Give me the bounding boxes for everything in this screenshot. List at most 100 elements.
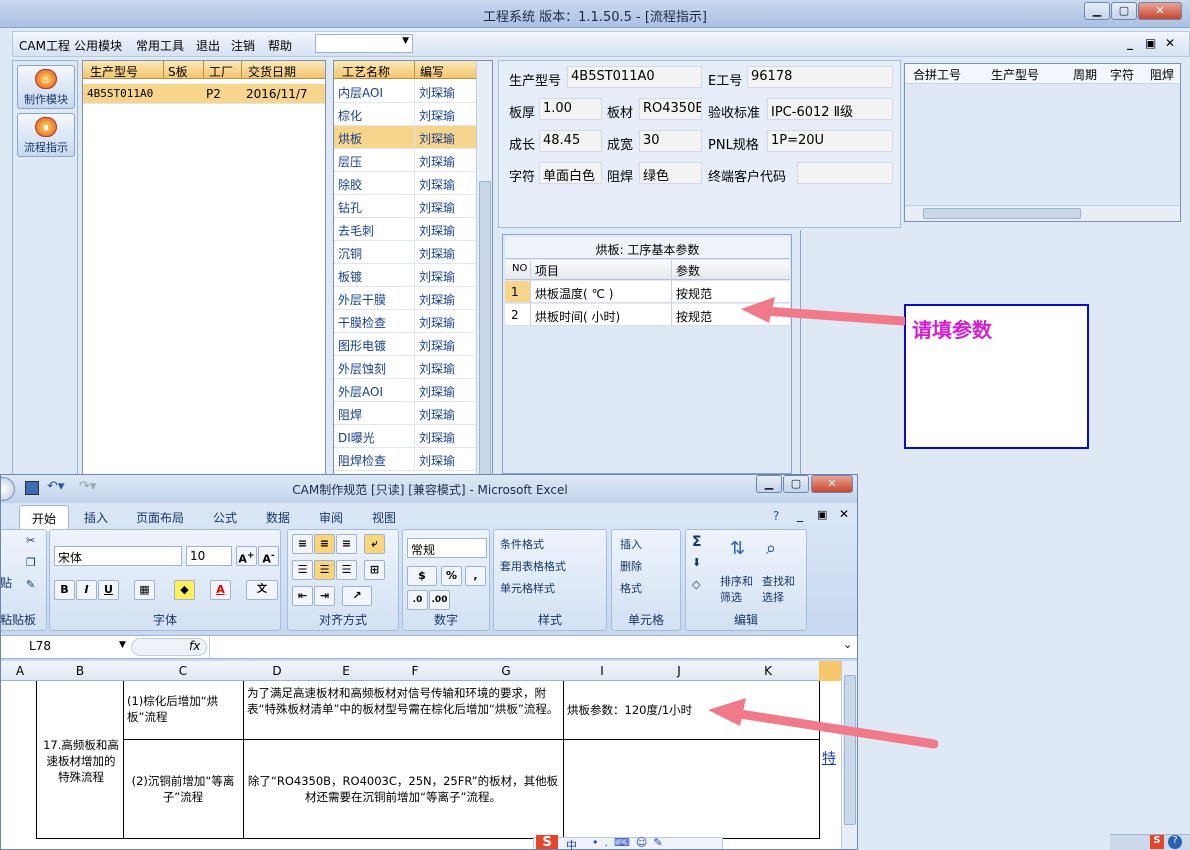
menu-tools[interactable]: 常用工具 (136, 37, 184, 54)
process-scrollbar[interactable] (476, 61, 492, 474)
cell-c2[interactable]: (2)沉铜前增加“等离子”流程 (127, 773, 239, 805)
col-author[interactable]: 编写 (420, 63, 444, 80)
paste-button[interactable]: 贴 (1, 574, 12, 591)
mask-field[interactable]: 绿色 (639, 162, 702, 184)
fill-color-icon[interactable]: ◆ (174, 580, 195, 600)
grow-font-icon[interactable]: A+ (236, 546, 257, 566)
help-icon[interactable]: ? (773, 509, 779, 523)
product-field[interactable]: 4B5ST011A0 (567, 66, 702, 88)
col-sboard[interactable]: S板 (168, 63, 188, 80)
cell-style-button[interactable]: 单元格样式 (500, 580, 555, 596)
col-j[interactable]: J (641, 664, 717, 678)
menu-logout[interactable]: 注销 (231, 37, 255, 54)
border-icon[interactable]: ▦ (134, 580, 155, 600)
align-left-icon[interactable]: ☰ (292, 560, 313, 580)
menu-help[interactable]: 帮助 (268, 37, 292, 54)
close-button[interactable]: ✕ (1138, 2, 1182, 20)
format-painter-icon[interactable]: ✎ (26, 578, 35, 591)
menu-cam[interactable]: CAM工程 (19, 37, 70, 54)
ime-mode[interactable]: 中 (566, 837, 577, 849)
menu-exit[interactable]: 退出 (196, 37, 220, 54)
find-select-button[interactable]: 查找和 选择 (762, 574, 795, 606)
formula-input[interactable] (209, 636, 839, 658)
cell-b-category[interactable]: 17.高频板和高速板材增加的特殊流程 (41, 737, 121, 785)
col-item[interactable]: 项目 (535, 262, 559, 279)
col-i[interactable]: I (563, 664, 641, 678)
mdi-close-button[interactable]: ✕ (1165, 36, 1175, 50)
sort-filter-icon[interactable]: ⇅ (730, 538, 745, 559)
list-item[interactable]: 沉铜 刘琛瑜 (334, 241, 476, 264)
bold-icon[interactable]: B (54, 580, 75, 600)
phonetic-icon[interactable]: 文 (246, 580, 278, 600)
list-item[interactable]: 阻焊 刘琛瑜 (334, 402, 476, 425)
merge-center-icon[interactable]: ⊞ (364, 560, 385, 580)
len-field[interactable]: 48.45 (539, 130, 602, 152)
cell-d2[interactable]: 除了“RO4350B，RO4003C，25N，25FR”的板材，其他板材还需要在… (247, 773, 559, 805)
sogou-icon[interactable]: S (536, 835, 558, 849)
cell-l2-link[interactable]: 特 (822, 751, 836, 767)
increase-decimal-icon[interactable]: .0 (407, 590, 428, 610)
col-no[interactable]: NO (512, 263, 527, 274)
col-merge-cycle[interactable]: 周期 (1073, 66, 1097, 83)
sogou-tray-icon[interactable]: S (1150, 835, 1164, 849)
align-bottom-icon[interactable]: ≡ (336, 534, 357, 554)
merge-hscrollbar[interactable] (905, 205, 1180, 221)
std-field[interactable]: IPC-6012 Ⅱ级 (767, 98, 893, 120)
col-g[interactable]: G (449, 664, 563, 678)
excel-close-button[interactable]: ✕ (811, 475, 853, 493)
eno-field[interactable]: 96178 (747, 66, 893, 88)
wrap-text-icon[interactable]: ⤶ (364, 534, 385, 554)
font-size-select[interactable]: 10 (186, 546, 232, 566)
col-d[interactable]: D (243, 664, 311, 678)
list-item[interactable]: 内层AOI 刘琛瑜 (334, 80, 476, 103)
mdi-restore-button[interactable]: ▣ (1145, 36, 1156, 50)
row-param[interactable]: 按规范 (676, 285, 712, 302)
col-delivery[interactable]: 交货日期 (248, 63, 296, 80)
pnl-field[interactable]: 1P=20U (767, 130, 893, 152)
align-top-icon[interactable]: ≡ (292, 534, 313, 554)
decrease-indent-icon[interactable]: ⇤ (292, 586, 313, 606)
comma-icon[interactable]: , (465, 566, 486, 586)
mdi-minimize-button[interactable]: _ (1127, 36, 1133, 50)
delete-button[interactable]: 删除 (620, 558, 642, 574)
list-item[interactable]: 外层蚀刻 刘琛瑜 (334, 356, 476, 379)
fx-icon[interactable]: fx (189, 639, 200, 653)
col-process-name[interactable]: 工艺名称 (342, 63, 390, 80)
tab-formula[interactable]: 公式 (213, 509, 237, 526)
chevron-down-icon[interactable]: ▼ (119, 640, 126, 650)
list-item[interactable]: 除胶 刘琛瑜 (334, 172, 476, 195)
maximize-button[interactable]: ▢ (1111, 2, 1137, 20)
tab-insert[interactable]: 插入 (84, 509, 108, 526)
list-item[interactable]: 外层AOI 刘琛瑜 (334, 379, 476, 402)
excel-maximize-button[interactable]: ▢ (783, 475, 809, 493)
menu-public[interactable]: 公用模块 (74, 37, 122, 54)
list-item[interactable]: 图形电镀 刘琛瑜 (334, 333, 476, 356)
cell-c1[interactable]: (1)棕化后增加“烘板”流程 (127, 693, 239, 725)
list-item[interactable]: 层压 刘琛瑜 (334, 149, 476, 172)
currency-icon[interactable]: $ (407, 566, 437, 586)
col-b[interactable]: B (37, 664, 123, 678)
sum-icon[interactable]: Σ (692, 534, 702, 550)
col-product[interactable]: 生产型号 (90, 63, 138, 80)
sort-filter-button[interactable]: 排序和 筛选 (720, 574, 753, 606)
process-guide-button[interactable]: ⏸ 流程指示 (17, 113, 75, 157)
italic-icon[interactable]: I (76, 580, 97, 600)
list-item[interactable]: 外层干膜 刘琛瑜 (334, 287, 476, 310)
col-param[interactable]: 参数 (676, 262, 700, 279)
list-item[interactable]: 棕化 刘琛瑜 (334, 103, 476, 126)
col-k[interactable]: K (717, 664, 819, 678)
fill-icon[interactable]: ⬇ (692, 556, 701, 569)
col-f[interactable]: F (381, 664, 449, 678)
cut-icon[interactable]: ✂ (26, 534, 35, 547)
ribbon-restore-button[interactable]: ▣ (817, 508, 827, 521)
row-param[interactable]: 按规范 (676, 308, 712, 325)
col-e[interactable]: E (311, 664, 381, 678)
thick-field[interactable]: 1.00 (539, 98, 602, 120)
col-merge-no[interactable]: 合拼工号 (913, 66, 961, 83)
expand-formula-icon[interactable]: ⌄ (843, 638, 852, 651)
increase-indent-icon[interactable]: ⇥ (314, 586, 335, 606)
tab-review[interactable]: 审阅 (319, 509, 343, 526)
col-c[interactable]: C (123, 664, 243, 678)
wid-field[interactable]: 30 (639, 130, 702, 152)
list-item[interactable]: 干膜检查 刘琛瑜 (334, 310, 476, 333)
